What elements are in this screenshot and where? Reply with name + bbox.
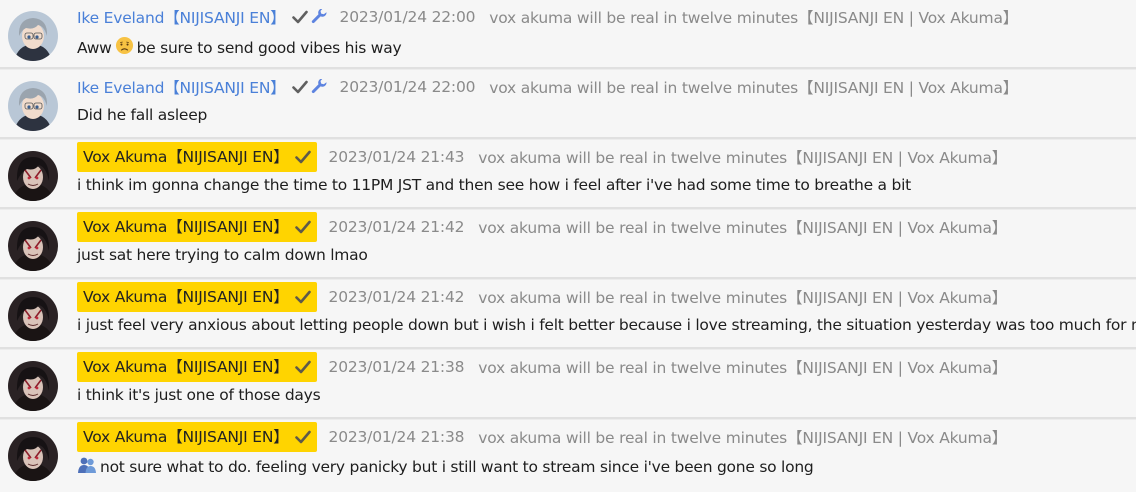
- message-timestamp: 2023/01/24 22:00: [339, 78, 476, 96]
- stream-source[interactable]: vox akuma will be real in twelve minutes…: [489, 76, 1018, 98]
- author-name-owner[interactable]: Vox Akuma【NIJISANJI EN】: [77, 142, 317, 172]
- message-text: i just feel very anxious about letting p…: [77, 316, 1136, 334]
- message-text: Did he fall asleep: [77, 106, 208, 124]
- chat-message-row: Vox Akuma【NIJISANJI EN】 2023/01/24 21:38…: [0, 420, 1136, 492]
- stream-source[interactable]: vox akuma will be real in twelve minutes…: [489, 6, 1018, 28]
- vox-avatar[interactable]: [8, 361, 58, 411]
- message-text: just sat here trying to calm down lmao: [77, 246, 368, 264]
- message-timestamp: 2023/01/24 21:43: [328, 148, 465, 166]
- wrench-moderator-icon: [311, 8, 328, 26]
- message-text: i think im gonna change the time to 11PM…: [77, 176, 911, 194]
- verified-check-icon: [294, 290, 311, 304]
- chat-log: Ike Eveland【NIJISANJI EN】 2023/01/24 22:…: [0, 0, 1136, 492]
- disappointed-face-emoji: [115, 36, 134, 59]
- author-name[interactable]: Ike Eveland【NIJISANJI EN】: [77, 76, 286, 98]
- stream-source[interactable]: vox akuma will be real in twelve minutes…: [478, 286, 1007, 308]
- author-name[interactable]: Ike Eveland【NIJISANJI EN】: [77, 6, 286, 28]
- message-text: i think it's just one of those days: [77, 386, 321, 404]
- wrench-moderator-icon: [311, 78, 328, 96]
- stream-source[interactable]: vox akuma will be real in twelve minutes…: [478, 216, 1007, 238]
- vox-avatar[interactable]: [8, 221, 58, 271]
- chat-message-row: Vox Akuma【NIJISANJI EN】 2023/01/24 21:38…: [0, 350, 1136, 419]
- message-timestamp: 2023/01/24 21:38: [328, 428, 465, 446]
- verified-check-icon: [294, 150, 311, 164]
- vox-avatar[interactable]: [8, 431, 58, 481]
- message-timestamp: 2023/01/24 21:38: [328, 358, 465, 376]
- vox-avatar[interactable]: [8, 291, 58, 341]
- chat-message-row: Vox Akuma【NIJISANJI EN】 2023/01/24 21:43…: [0, 140, 1136, 209]
- verified-check-icon: [294, 430, 311, 444]
- stream-source[interactable]: vox akuma will be real in twelve minutes…: [478, 426, 1007, 448]
- message-text: not sure what to do. feeling very panick…: [77, 456, 814, 478]
- author-name-owner[interactable]: Vox Akuma【NIJISANJI EN】: [77, 352, 317, 382]
- ike-avatar[interactable]: [8, 81, 58, 131]
- stream-source[interactable]: vox akuma will be real in twelve minutes…: [478, 146, 1007, 168]
- chat-message-row: Ike Eveland【NIJISANJI EN】 2023/01/24 22:…: [0, 70, 1136, 139]
- verified-check-icon: [294, 220, 311, 234]
- verified-check-icon: [294, 360, 311, 374]
- people-hugging-emoji: [77, 456, 97, 478]
- author-name-owner[interactable]: Vox Akuma【NIJISANJI EN】: [77, 422, 317, 452]
- verified-check-icon: [291, 80, 308, 94]
- message-timestamp: 2023/01/24 21:42: [328, 218, 465, 236]
- message-timestamp: 2023/01/24 22:00: [339, 8, 476, 26]
- author-name-owner[interactable]: Vox Akuma【NIJISANJI EN】: [77, 282, 317, 312]
- message-timestamp: 2023/01/24 21:42: [328, 288, 465, 306]
- chat-message-row: Vox Akuma【NIJISANJI EN】 2023/01/24 21:42…: [0, 210, 1136, 279]
- vox-avatar[interactable]: [8, 151, 58, 201]
- message-text: Aww be sure to send good vibes his way: [77, 36, 402, 59]
- verified-check-icon: [291, 10, 308, 24]
- chat-message-row: Ike Eveland【NIJISANJI EN】 2023/01/24 22:…: [0, 0, 1136, 69]
- ike-avatar[interactable]: [8, 11, 58, 61]
- chat-message-row: Vox Akuma【NIJISANJI EN】 2023/01/24 21:42…: [0, 280, 1136, 349]
- stream-source[interactable]: vox akuma will be real in twelve minutes…: [478, 356, 1007, 378]
- author-name-owner[interactable]: Vox Akuma【NIJISANJI EN】: [77, 212, 317, 242]
